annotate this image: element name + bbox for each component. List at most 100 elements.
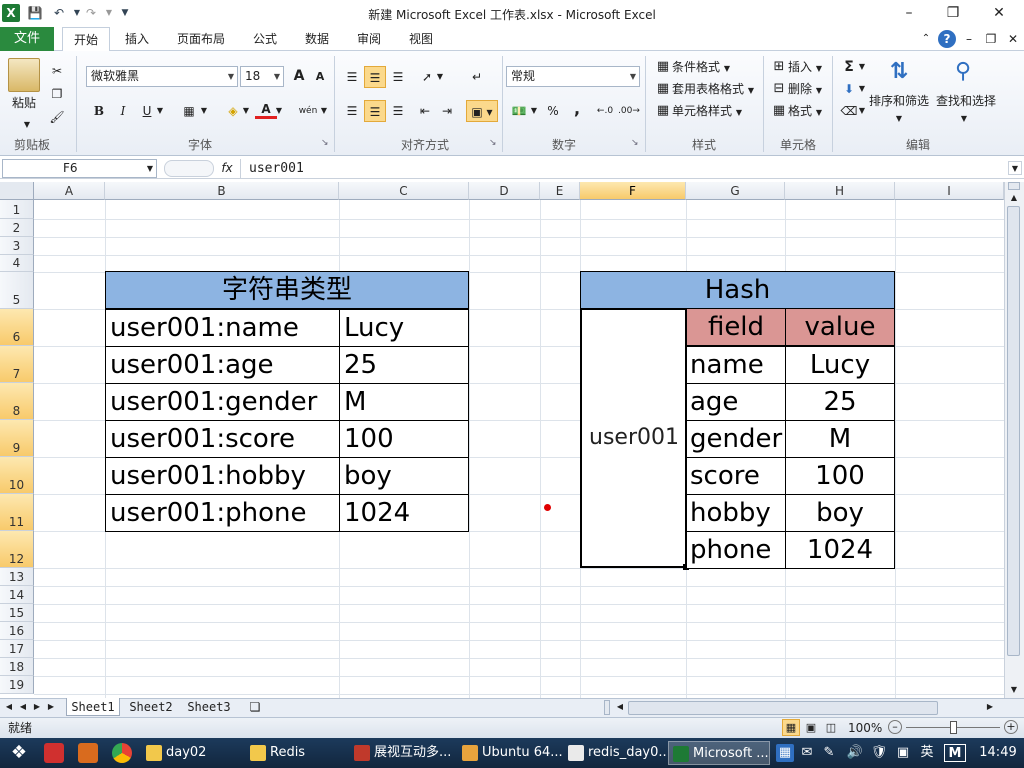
format-cells-button[interactable]: 格式 ▼ — [788, 100, 826, 122]
row-header-11[interactable]: 11 — [0, 494, 34, 531]
normal-view-icon[interactable]: ▦ — [782, 719, 800, 736]
chevron-down-icon[interactable]: ▼ — [147, 160, 153, 177]
borders-dropdown-icon[interactable]: ▼ — [198, 100, 210, 122]
tab-view[interactable]: 视图 — [400, 27, 442, 51]
row-header-15[interactable]: 15 — [0, 604, 34, 622]
paste-button[interactable]: 粘贴 — [6, 92, 42, 114]
tab-formulas[interactable]: 公式 — [244, 27, 286, 51]
ime-mode-icon[interactable]: M — [944, 744, 966, 762]
increase-indent-icon[interactable]: ⇥ — [436, 100, 458, 122]
scroll-up-icon[interactable]: ▲ — [1006, 192, 1022, 204]
find-select-dropdown-icon[interactable]: ▼ — [958, 108, 970, 130]
sort-filter-icon[interactable]: ⇅ — [884, 56, 914, 88]
ime-indicator[interactable]: 英 — [916, 744, 938, 762]
insert-function-icon[interactable]: fx — [218, 159, 236, 177]
row-header-7[interactable]: 7 — [0, 346, 34, 383]
phonetic-icon[interactable]: wén — [296, 100, 320, 122]
grow-font-icon[interactable]: A — [288, 65, 310, 87]
row-header-6[interactable]: 6 — [0, 309, 34, 346]
align-right-icon[interactable]: ☰ — [387, 100, 409, 122]
row-header-4[interactable]: 4 — [0, 255, 34, 272]
row-header-10[interactable]: 10 — [0, 457, 34, 494]
align-top-icon[interactable]: ☰ — [341, 66, 363, 88]
sheet-tab-sheet3[interactable]: Sheet3 — [182, 698, 236, 716]
phonetic-dropdown-icon[interactable]: ▼ — [318, 100, 330, 122]
split-box[interactable] — [1008, 182, 1020, 190]
sort-filter-dropdown-icon[interactable]: ▼ — [893, 108, 905, 130]
binoculars-icon[interactable]: ⚲ — [948, 56, 978, 88]
app-icon-red[interactable] — [44, 743, 64, 763]
underline-dropdown-icon[interactable]: ▼ — [154, 100, 166, 122]
row-header-1[interactable]: 1 — [0, 200, 34, 219]
comma-button[interactable]: , — [566, 98, 588, 120]
collapse-ribbon-icon[interactable]: ⌃ — [918, 27, 934, 51]
tab-file[interactable]: 文件 — [0, 27, 54, 51]
dialog-launcher-icon[interactable]: ↘ — [321, 138, 329, 148]
font-size-combo[interactable]: 18 ▼ — [240, 66, 284, 87]
column-header-b[interactable]: B — [105, 182, 339, 200]
insert-cells-button[interactable]: 插入 ▼ — [788, 56, 826, 78]
cut-icon[interactable]: ✂ — [46, 60, 68, 82]
ribbon-restore-icon[interactable]: ❐ — [982, 27, 1000, 51]
currency-dropdown-icon[interactable]: ▼ — [528, 100, 540, 122]
format-as-table-button[interactable]: 套用表格格式 ▼ — [672, 78, 760, 100]
restore-button[interactable]: ❐ — [936, 2, 970, 24]
taskbar-item-redis[interactable]: Redis — [246, 741, 346, 765]
format-cells-icon[interactable]: ▦ — [768, 100, 790, 122]
last-sheet-icon[interactable]: ▶ — [46, 698, 56, 716]
shrink-font-icon[interactable]: A — [309, 66, 331, 88]
align-left-icon[interactable]: ☰ — [341, 100, 363, 122]
column-header-a[interactable]: A — [34, 182, 105, 200]
column-header-h[interactable]: H — [785, 182, 895, 200]
copy-icon[interactable]: ❐ — [46, 83, 68, 105]
chevron-down-icon[interactable]: ▼ — [630, 67, 636, 86]
currency-icon[interactable]: 💵 — [508, 100, 530, 122]
column-header-c[interactable]: C — [339, 182, 469, 200]
decrease-decimal-icon[interactable]: .00→ — [618, 100, 640, 122]
column-header-i[interactable]: I — [895, 182, 1004, 200]
tray-icon-pen[interactable]: ✎ — [820, 744, 838, 762]
insert-sheet-icon[interactable]: ❏ — [244, 698, 266, 716]
format-painter-icon[interactable]: 🖌 — [46, 106, 68, 128]
page-layout-view-icon[interactable]: ▣ — [802, 719, 820, 736]
orientation-dropdown-icon[interactable]: ▼ — [434, 66, 446, 88]
column-header-e[interactable]: E — [540, 182, 580, 200]
page-break-view-icon[interactable]: ◫ — [822, 719, 840, 736]
scroll-left-icon[interactable]: ◀ — [614, 698, 626, 716]
name-box[interactable]: F6 ▼ — [2, 159, 157, 178]
chevron-down-icon[interactable]: ▼ — [228, 67, 234, 86]
column-header-d[interactable]: D — [469, 182, 540, 200]
conditional-format-icon[interactable]: ▦ — [652, 56, 674, 78]
formula-input[interactable]: user001 — [240, 159, 1008, 178]
font-color-dropdown-icon[interactable]: ▼ — [273, 100, 285, 122]
row-header-8[interactable]: 8 — [0, 383, 34, 420]
zoom-in-icon[interactable]: + — [1004, 720, 1018, 734]
align-middle-icon[interactable]: ☰ — [364, 66, 386, 88]
insert-cells-icon[interactable]: ⊞ — [768, 56, 790, 78]
row-header-3[interactable]: 3 — [0, 237, 34, 255]
number-format-combo[interactable]: 常规 ▼ — [506, 66, 640, 87]
sublime-icon[interactable] — [78, 743, 98, 763]
delete-cells-button[interactable]: 删除 ▼ — [788, 78, 826, 100]
network-icon[interactable]: ▣ — [894, 744, 912, 762]
vertical-scroll-thumb[interactable] — [1007, 206, 1020, 656]
taskbar-item-excel[interactable]: Microsoft ... — [668, 741, 770, 765]
row-header-12[interactable]: 12 — [0, 531, 34, 568]
minimize-button[interactable]: – — [892, 2, 926, 24]
paste-icon[interactable] — [8, 58, 40, 92]
start-windows-icon[interactable]: ❖ — [8, 742, 30, 764]
dialog-launcher-icon[interactable]: ↘ — [631, 138, 639, 148]
row-header-18[interactable]: 18 — [0, 658, 34, 676]
cell-styles-icon[interactable]: ▦ — [652, 100, 674, 122]
row-header-9[interactable]: 9 — [0, 420, 34, 457]
row-header-13[interactable]: 13 — [0, 568, 34, 586]
tab-page-layout[interactable]: 页面布局 — [170, 27, 232, 51]
scroll-down-icon[interactable]: ▼ — [1006, 684, 1022, 696]
row-header-14[interactable]: 14 — [0, 586, 34, 604]
next-sheet-icon[interactable]: ▶ — [32, 698, 42, 716]
row-header-17[interactable]: 17 — [0, 640, 34, 658]
prev-sheet-icon[interactable]: ◀ — [18, 698, 28, 716]
format-as-table-icon[interactable]: ▦ — [652, 78, 674, 100]
autosum-dropdown-icon[interactable]: ▼ — [856, 56, 868, 78]
taskbar-item-redis-day0[interactable]: redis_day0... — [564, 741, 668, 765]
